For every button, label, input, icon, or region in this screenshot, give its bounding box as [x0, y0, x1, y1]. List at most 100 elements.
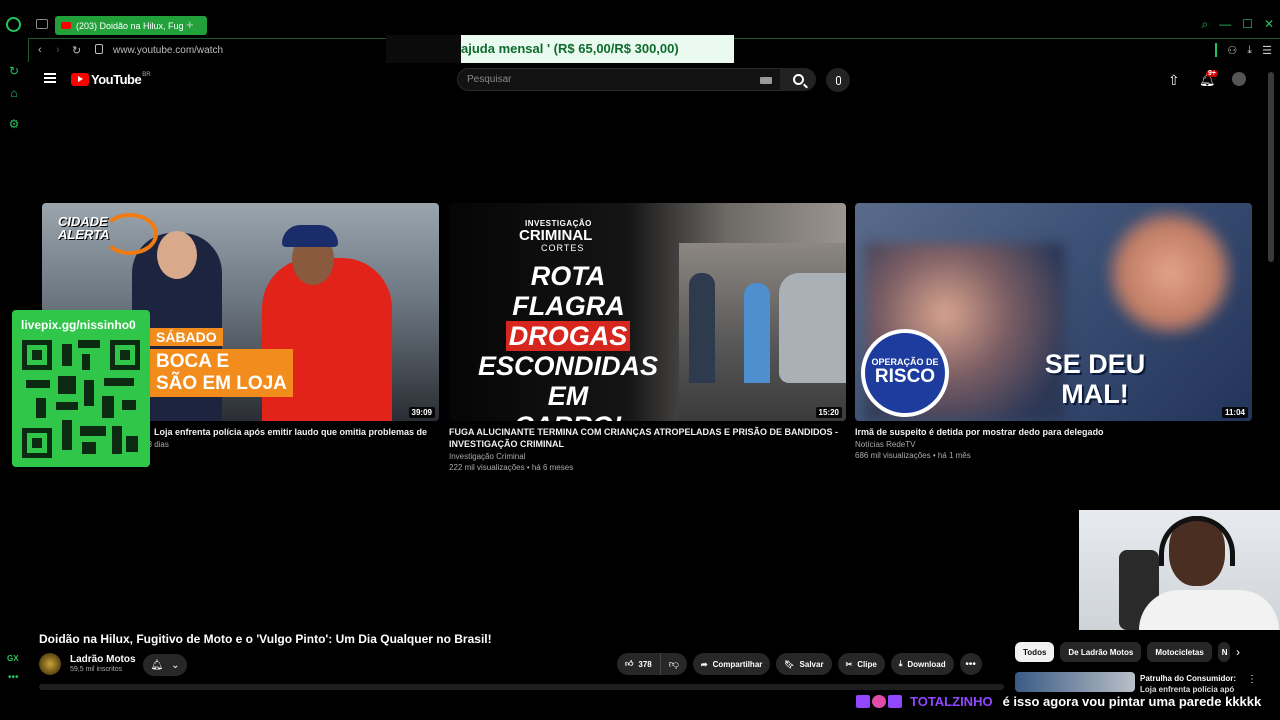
close-icon[interactable]: ✕: [1264, 17, 1274, 32]
recommended-title[interactable]: Patrulha do Consumidor:: [1140, 673, 1240, 684]
downloads-icon[interactable]: ⤓: [1247, 44, 1252, 57]
window-controls: ⌕ — ☐ ✕: [1201, 17, 1274, 32]
headline-word: FLAGRA: [512, 291, 624, 321]
video-channel[interactable]: Notícias RedeTV: [855, 440, 1252, 449]
qr-module: [78, 340, 100, 348]
show-logo-text: CIDADE ALERTA: [58, 214, 110, 242]
account-avatar[interactable]: [1232, 72, 1246, 86]
video-thumbnail[interactable]: OPERAÇÃO DE RISCO SE DEU MAL! 11:04: [855, 203, 1252, 421]
program-badge-main: RISCO: [874, 366, 936, 387]
browser-tools: ⚇ ⤓ ☰: [1215, 43, 1272, 57]
control-icon[interactable]: ⌂: [7, 86, 21, 100]
qr-module: [122, 400, 136, 410]
webcam-scene: [1159, 516, 1235, 566]
channel-name[interactable]: Ladrão Motos: [70, 654, 136, 665]
qr-module: [82, 354, 90, 370]
qr-finder: [22, 428, 52, 458]
upload-icon[interactable]: ⇧: [1168, 72, 1180, 89]
qr-module: [84, 380, 94, 406]
qr-code: [22, 340, 140, 458]
new-tab-button[interactable]: +: [186, 17, 194, 32]
program-badge: OPERAÇÃO DE RISCO: [861, 329, 949, 417]
video-card[interactable]: OPERAÇÃO DE RISCO SE DEU MAL! 11:04 Irmã…: [855, 203, 1252, 460]
youtube-play-icon: [71, 73, 89, 86]
video-meta: 222 mil visualizações • há 6 meses: [449, 463, 574, 472]
chip-channel[interactable]: De Ladrão Motos: [1060, 642, 1142, 662]
url-field[interactable]: www.youtube.com/watch: [113, 45, 223, 56]
qr-module: [112, 426, 122, 454]
share-label: Compartilhar: [712, 659, 763, 669]
maximize-icon[interactable]: ☐: [1242, 17, 1253, 32]
share-icon: ➦: [700, 659, 708, 669]
tab-title: (203) Doidão na Hilux, Fug: [76, 20, 184, 31]
tab-youtube[interactable]: (203) Doidão na Hilux, Fug: [55, 16, 207, 35]
video-channel[interactable]: Investigação Criminal: [449, 452, 846, 461]
show-logo-ring: [102, 213, 158, 255]
donation-goal-banner: ajuda mensal ' (R$ 65,00/R$ 300,00): [461, 35, 734, 63]
chip-all[interactable]: Todos: [1015, 642, 1055, 662]
like-dislike-group: 👍︎ 378 👎︎: [617, 653, 687, 675]
video-title[interactable]: FUGA ALUCINANTE TERMINA COM CRIANÇAS ATR…: [449, 426, 846, 450]
chip-motorcycles[interactable]: Motocicletas: [1147, 642, 1212, 662]
qr-module: [126, 436, 138, 452]
video-actions: 👍︎ 378 👎︎ ➦ Compartilhar 🔖︎ Salvar ✂ Clipe …: [617, 653, 982, 675]
clip-button[interactable]: ✂ Clipe: [837, 653, 885, 675]
minimize-icon[interactable]: —: [1219, 17, 1231, 32]
save-button[interactable]: 🔖︎ Salvar: [776, 653, 832, 675]
headline-highlight: DROGAS: [505, 321, 631, 351]
youtube-wordmark: YouTube: [91, 72, 142, 87]
tab-menu-icon[interactable]: [36, 19, 48, 29]
guide-menu-icon[interactable]: [44, 73, 56, 83]
qr-module: [82, 442, 96, 454]
search-button[interactable]: [780, 68, 816, 91]
reload-icon[interactable]: ↻: [72, 44, 81, 57]
gx-corner-label[interactable]: GX: [7, 654, 19, 663]
keyboard-icon[interactable]: [760, 77, 772, 84]
more-actions-icon[interactable]: •••: [959, 653, 982, 675]
download-button[interactable]: ⤓ Download: [890, 653, 954, 675]
kebab-menu-icon[interactable]: ⋮: [1247, 674, 1257, 685]
opera-gx-logo-icon[interactable]: [6, 17, 21, 32]
easy-setup-icon[interactable]: ☰: [1262, 44, 1272, 57]
bits-badge-icon: [888, 695, 902, 708]
youtube-logo[interactable]: YouTube BR: [71, 72, 151, 87]
video-thumbnail[interactable]: INVESTIGAÇÃO CRIMINAL CORTES ROTA FLAGRA…: [449, 203, 846, 421]
search-input[interactable]: [467, 74, 747, 85]
donation-link-label: livepix.gg/nissinho0: [21, 318, 136, 332]
thumbnail-tag: SÁBADO: [150, 328, 223, 346]
more-options-icon[interactable]: •••: [8, 672, 19, 683]
recommended-thumbnail[interactable]: [1015, 672, 1135, 692]
like-count: 378: [638, 659, 652, 669]
subscription-notifications-button[interactable]: 🔔︎ ⌄: [143, 654, 187, 676]
youtube-favicon-icon: [61, 22, 71, 29]
channel-avatar[interactable]: [39, 653, 61, 675]
like-button[interactable]: 👍︎ 378: [617, 653, 661, 675]
back-icon[interactable]: ‹: [38, 44, 42, 56]
thumbnail-figure: [689, 273, 715, 383]
voice-search-button[interactable]: [826, 68, 850, 92]
video-duration: 11:04: [1221, 407, 1248, 418]
video-card[interactable]: INVESTIGAÇÃO CRIMINAL CORTES ROTA FLAGRA…: [449, 203, 846, 472]
account-icon[interactable]: ⚇: [1227, 44, 1237, 57]
chevron-right-icon[interactable]: ›: [1236, 645, 1240, 659]
refresh-speed-icon[interactable]: ↻: [7, 64, 21, 78]
description-bar[interactable]: [39, 684, 1004, 690]
qr-finder: [22, 340, 52, 370]
heart-badge-icon: [872, 695, 886, 708]
forward-icon[interactable]: ›: [56, 44, 60, 56]
chevron-down-icon: ⌄: [171, 659, 180, 671]
thumbnail-brand-line: CRIMINAL: [519, 227, 593, 244]
search-tabs-icon[interactable]: ⌕: [1201, 17, 1208, 32]
thumbs-down-icon: 👎︎: [668, 659, 679, 670]
subscriber-count: 59,5 mil inscritos: [70, 666, 123, 673]
thumbs-up-icon: 👍︎: [625, 659, 634, 668]
dislike-button[interactable]: 👎︎: [661, 653, 687, 675]
thumbnail-scene: [779, 273, 846, 383]
chip-next[interactable]: N: [1217, 642, 1230, 662]
page-scrollbar[interactable]: [1268, 72, 1274, 262]
share-button[interactable]: ➦ Compartilhar: [692, 653, 771, 675]
settings-gear-icon[interactable]: ⚙: [7, 117, 21, 131]
bell-icon: 🔔︎: [150, 659, 164, 671]
search-box[interactable]: [457, 68, 781, 91]
video-title[interactable]: Irmã de suspeito é detida por mostrar de…: [855, 426, 1252, 438]
